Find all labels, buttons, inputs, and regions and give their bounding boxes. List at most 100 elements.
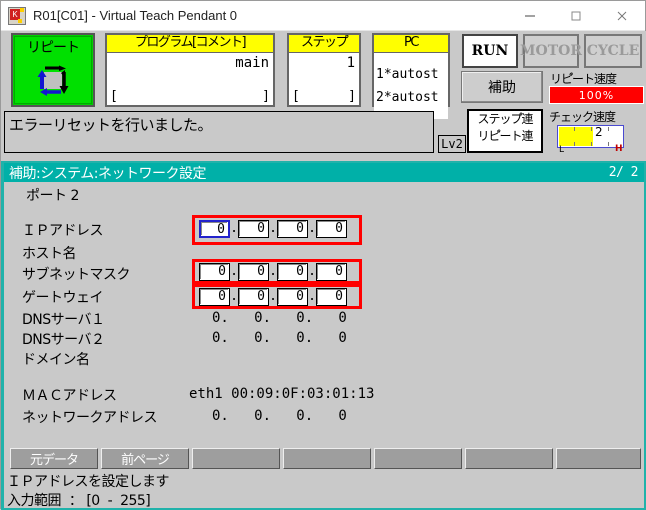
gateway-octet-1-value: 0	[218, 289, 226, 304]
program-panel[interactable]: プログラム[コメント] main [ ]	[105, 33, 275, 107]
message-text: エラーリセットを行いました。	[9, 116, 213, 134]
message-area: エラーリセットを行いました。	[4, 111, 434, 153]
label-gateway: ゲートウェイ	[22, 290, 104, 306]
softkey-5[interactable]	[374, 448, 462, 469]
step-bracket-right: ]	[348, 89, 356, 104]
softkey-1-label: 元データ	[29, 453, 79, 468]
ip-address-octet-4[interactable]: 0	[316, 220, 347, 238]
ip-sep-1: .	[230, 221, 238, 236]
softkey-7[interactable]	[556, 448, 641, 469]
host-name-value[interactable]	[199, 243, 364, 259]
check-speed-label: チェック速度	[549, 110, 616, 124]
mode-indicator-repeat[interactable]: リピート	[11, 33, 95, 107]
repeat-speed-bar[interactable]: 100%	[549, 86, 644, 104]
window-controls	[507, 1, 645, 31]
softkey-4[interactable]	[283, 448, 371, 469]
dns2-value[interactable]: 0. 0. 0. 0	[212, 330, 347, 346]
check-speed-low-label: L	[559, 145, 565, 155]
label-subnet-mask: サブネットマスク	[22, 267, 131, 283]
softkey-6[interactable]	[465, 448, 553, 469]
label-dns2: DNSサーバ２	[22, 332, 105, 348]
ip-address-input-group[interactable]: 0 . 0 . 0 . 0	[199, 220, 347, 238]
ip-octet-4-value: 0	[335, 221, 343, 236]
repeat-speed-label: リピ゚ート速度	[550, 72, 617, 86]
page-indicator: 2/ 2	[608, 165, 639, 180]
maximize-button[interactable]	[553, 1, 599, 31]
ip-octet-2-value: 0	[257, 221, 265, 236]
program-bracket-right: ]	[262, 89, 270, 104]
minimize-button[interactable]	[507, 1, 553, 31]
ip-address-octet-2[interactable]: 0	[238, 220, 269, 238]
pendant-app: リピート プログラム[コメント] main [] ステップ゚ 1 [] PC…	[1, 31, 646, 510]
subnet-sep-1: .	[230, 264, 238, 279]
lamp-motor[interactable]: MOTOR	[520, 34, 582, 68]
subnet-octet-2[interactable]: 0	[238, 263, 269, 281]
program-header: プログラム[コメント]	[107, 35, 273, 53]
label-domain-name: ドメイン名	[22, 352, 90, 368]
label-mac-address: ＭＡＣアドレス	[22, 388, 117, 404]
mode-label: リピート	[27, 40, 80, 56]
check-speed-high-label: H	[615, 144, 623, 154]
status-strip: リピート プログラム[コメント] main [] ステップ゚ 1 [] PC…	[1, 31, 646, 119]
label-network-address: ネットワークアドレス	[22, 410, 158, 426]
lamp-cycle-label: CYCLE	[586, 43, 640, 59]
softkey-1[interactable]: 元データ	[10, 448, 98, 469]
app-icon: K	[8, 6, 26, 25]
check-speed-slider[interactable]: 2	[557, 125, 624, 148]
breadcrumb: 補助:システム:ネットワーク設定	[9, 165, 207, 182]
check-speed-value: 2	[595, 125, 603, 139]
step-panel[interactable]: ステップ゚ 1 [ ]	[287, 33, 361, 107]
title-bar: K R01[C01] - Virtual Teach Pendant 0	[1, 1, 645, 31]
gateway-octet-2-value: 0	[257, 289, 265, 304]
pc-line-1: 1*autost	[376, 67, 439, 82]
subnet-octet-1[interactable]: 0	[199, 263, 230, 281]
gateway-octet-4[interactable]: 0	[316, 288, 347, 306]
repeat-loop-icon	[37, 65, 69, 96]
mac-address-value: eth1 00:09:0F:03:01:13	[189, 386, 375, 402]
step-ren-label: ステップ゚連	[477, 112, 533, 126]
subnet-octet-4-value: 0	[335, 264, 343, 279]
lamp-run[interactable]: RUN	[462, 34, 518, 68]
subnet-octet-2-value: 0	[257, 264, 265, 279]
label-host-name: ホスト名	[22, 246, 77, 262]
subnet-mask-input-group[interactable]: 0 . 0 . 0 . 0	[199, 263, 347, 281]
gateway-octet-2[interactable]: 0	[238, 288, 269, 306]
hojo-label: 補助	[488, 80, 516, 96]
gateway-octet-1[interactable]: 0	[199, 288, 230, 306]
hojo-button[interactable]: 補助	[461, 71, 543, 103]
hint-line-1: ＩＰアドレスを設定します	[7, 474, 170, 490]
dns1-value[interactable]: 0. 0. 0. 0	[212, 310, 347, 326]
step-bracket-left: [	[292, 89, 300, 104]
lamp-motor-label: MOTOR	[520, 43, 582, 59]
step-header: ステップ゚	[289, 35, 359, 53]
subnet-octet-4[interactable]: 0	[316, 263, 347, 281]
gateway-octet-3-value: 0	[296, 289, 304, 304]
ip-address-octet-1[interactable]: 0	[199, 220, 230, 238]
gateway-sep-1: .	[230, 289, 238, 304]
repeat-ren-label: リピ゚ート連	[477, 129, 533, 143]
ip-sep-2: .	[269, 221, 277, 236]
check-speed-fill	[559, 127, 593, 146]
program-value: main	[235, 55, 269, 71]
softkey-2-label: 前ページ	[121, 453, 170, 468]
subnet-sep-3: .	[308, 264, 316, 279]
pc-panel[interactable]: PC 1*autost 2*autost	[372, 33, 450, 119]
subnet-octet-3-value: 0	[296, 264, 304, 279]
lamp-run-label: RUN	[471, 43, 509, 59]
step-value: 1	[346, 55, 355, 71]
close-button[interactable]	[599, 1, 645, 31]
softkey-3[interactable]	[192, 448, 280, 469]
gateway-sep-2: .	[269, 289, 277, 304]
gateway-octet-3[interactable]: 0	[277, 288, 308, 306]
application-window: K R01[C01] - Virtual Teach Pendant 0 リピー…	[0, 0, 646, 510]
subnet-octet-3[interactable]: 0	[277, 263, 308, 281]
ip-octet-1-value: 0	[217, 222, 225, 237]
lamp-cycle[interactable]: CYCLE	[584, 34, 642, 68]
gateway-input-group[interactable]: 0 . 0 . 0 . 0	[199, 288, 347, 306]
domain-name-value[interactable]	[212, 350, 362, 366]
ip-address-octet-3[interactable]: 0	[277, 220, 308, 238]
step-repeat-ren-button[interactable]: ステップ゚連 リピ゚ート連	[467, 109, 543, 153]
softkey-2[interactable]: 前ページ	[101, 448, 189, 469]
label-ip-address: ＩＰアドレス	[22, 223, 104, 239]
gateway-octet-4-value: 0	[335, 289, 343, 304]
